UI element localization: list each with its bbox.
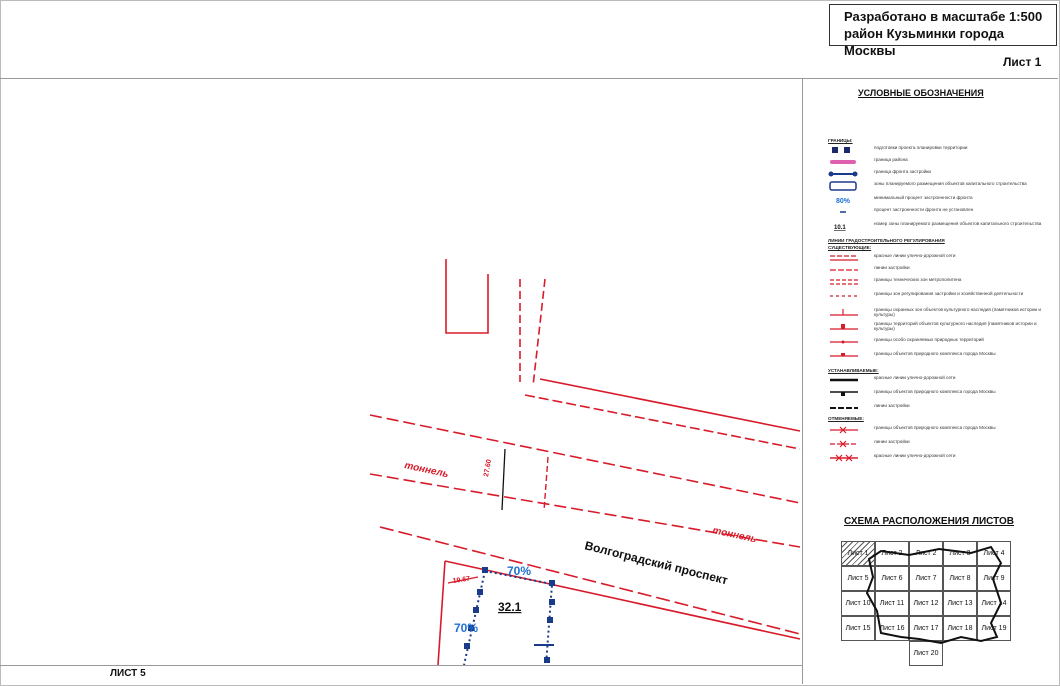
legend-text: подготовки проекта планировки территории — [874, 145, 968, 150]
cancel-build-icon — [830, 440, 858, 448]
new-natural-icon — [830, 391, 858, 396]
street-name: Волгоградский проспект — [583, 538, 729, 587]
legend-text: линии застройки — [874, 265, 910, 270]
legend-text: граница фронта застройки — [874, 169, 931, 174]
tunnel-label-2: тоннель — [711, 525, 757, 545]
zone-boundary-left — [463, 570, 486, 665]
metro-zone-icon — [830, 279, 858, 285]
legend-row-front-border: граница фронта застройки — [828, 168, 1056, 180]
legend-row-cancel-build: линии застройки — [828, 438, 1056, 450]
legend-text: зоны планируемого размещения объектов ка… — [874, 181, 1027, 186]
legend-section-established: УСТАНАВЛИВАЕМЫЕ: — [828, 368, 879, 373]
legend-row-zones: зоны планируемого размещения объектов ка… — [828, 180, 1056, 192]
natural-territory-icon — [830, 340, 858, 344]
legend-text: линии застройки — [874, 439, 910, 444]
front-border-icon — [828, 171, 858, 177]
legend-row-new-natural: границы объектов природного комплекса го… — [828, 388, 1056, 400]
percent-left: 70% — [454, 621, 478, 635]
cancel-natural-icon — [830, 426, 858, 434]
build-line-icon — [830, 269, 858, 271]
legend-text: процент застроенности фронта не установл… — [874, 207, 974, 212]
legend-section-cancelled: ОТМЕНЯЕМЫЕ: — [828, 416, 864, 421]
legend-text: границы территорий объектов культурного … — [874, 321, 1037, 331]
legend-text: границы охранных зон объектов культурног… — [874, 307, 1041, 317]
title-line-2: район Кузьминки города Москвы — [844, 26, 1004, 58]
legend-text: красные линии улично-дорожной сети — [874, 375, 956, 380]
legend-row-new-red-lines: красные линии улично-дорожной сети — [828, 374, 1056, 386]
tunnel-width-label: 27.60 — [483, 459, 493, 478]
legend-row-build-lines: линии застройки — [828, 264, 1056, 276]
red-line-corner — [445, 259, 489, 334]
zone-number: 32.1 — [498, 600, 522, 614]
legend-section-lines: ЛИНИИ ГРАДОСТРОИТЕЛЬНОГО РЕГУЛИРОВАНИЯ — [828, 238, 945, 243]
legend-row-metro-zones: границы технических зон метрополитена — [828, 276, 1056, 288]
legend-row-new-build: линии застройки — [828, 402, 1056, 414]
district-outline — [865, 545, 1003, 645]
legend-title: УСЛОВНЫЕ ОБОЗНАЧЕНИЯ — [858, 88, 984, 98]
legend-row-cancel-natural: границы объектов природного комплекса го… — [828, 424, 1056, 436]
legend-text: границы объектов природного комплекса го… — [874, 351, 996, 356]
legend-row-regulation-zones: границы зон регулирования застройки и хо… — [828, 290, 1056, 302]
legend-row-cancel-red: красные линии улично-дорожной сети — [828, 452, 1056, 464]
zone-boundary-right — [484, 570, 554, 665]
adjacent-sheet-label: ЛИСТ 5 — [110, 668, 146, 679]
legend-text: граница района — [874, 157, 908, 162]
dash-icon — [840, 211, 846, 213]
title-line-1: Разработано в масштабе 1:500 — [844, 9, 1043, 24]
legend-sub-existing: СУЩЕСТВУЮЩИЕ: — [828, 245, 872, 250]
tunnel-cross-1 — [543, 456, 549, 512]
svg-text:10.1: 10.1 — [834, 225, 846, 231]
legend-text: границы особо охраняемых природных терри… — [874, 337, 984, 342]
natural-complex-icon — [830, 353, 858, 357]
legend-row-project-boundary: подготовки проекта планировки территории — [828, 144, 1056, 156]
district-border-icon — [830, 160, 856, 164]
title-block: Разработано в масштабе 1:500 район Кузьм… — [829, 4, 1057, 58]
new-red-line-icon — [830, 378, 858, 382]
project-boundary-icon — [832, 147, 850, 153]
map-canvas: тоннель тоннель 27.60 Волгоградский прос… — [369, 259, 801, 665]
legend-row-min-percent: 80% минимальный процент застроенности фр… — [828, 194, 1056, 206]
legend-row-natural-territories: границы особо охраняемых природных терри… — [828, 336, 1056, 348]
legend-text: границы объектов природного комплекса го… — [874, 425, 996, 430]
legend-text: красные линии улично-дорожной сети — [874, 453, 956, 458]
regulation-zone-icon — [830, 295, 858, 297]
legend-text: номер зоны планируемого размещения объек… — [874, 221, 1042, 226]
tunnel-label-1: тоннель — [403, 460, 449, 480]
dimension-label: 19.67 — [452, 576, 470, 585]
svg-text:80%: 80% — [836, 198, 851, 205]
bottom-divider — [0, 665, 802, 666]
legend-text: границы зон регулирования застройки и хо… — [874, 291, 1024, 296]
legend-section-borders: ГРАНИЦЫ: — [828, 138, 853, 143]
tunnel-line-1 — [369, 414, 801, 504]
scheme-title: СХЕМА РАСПОЛОЖЕНИЯ ЛИСТОВ — [844, 516, 1014, 527]
percent-top: 70% — [507, 564, 531, 578]
heritage-protect-icon — [830, 309, 858, 316]
percent-icon: 80% — [836, 198, 851, 205]
zone-number-icon: 10.1 — [834, 225, 846, 231]
legend-row-zone-number: 10.1 номер зоны планируемого размещения … — [828, 220, 1056, 232]
legend-row-heritage-protect: границы охранных зон объектов культурног… — [828, 306, 1056, 318]
build-line-vertical-2 — [532, 278, 546, 387]
tunnel-dimension — [501, 448, 506, 511]
red-line-icon — [830, 255, 858, 261]
legend-row-natural-complex: границы объектов природного комплекса го… — [828, 350, 1056, 362]
legend-row-heritage-territory: границы территорий объектов культурного … — [828, 320, 1056, 332]
legend-row-red-lines: красные линии улично-дорожной сети — [828, 252, 1056, 264]
cancel-red-icon — [830, 454, 858, 462]
heritage-territory-icon — [830, 324, 858, 330]
sheet-label: Лист 1 — [1003, 55, 1042, 69]
legend-row-no-percent: процент застроенности фронта не установл… — [828, 206, 1056, 218]
legend-text: границы технических зон метрополитена — [874, 277, 962, 282]
red-line-lower-left — [437, 560, 446, 665]
legend-text: границы объектов природного комплекса го… — [874, 389, 996, 394]
legend-text: линии застройки — [874, 403, 910, 408]
new-build-icon — [830, 407, 858, 409]
legend-text: красные линии улично-дорожной сети — [874, 253, 956, 258]
zone-rect-icon — [829, 181, 857, 191]
legend-row-district-border: граница района — [828, 156, 1056, 168]
legend-divider — [802, 79, 803, 684]
legend-text: минимальный процент застроенности фронта — [874, 195, 973, 200]
